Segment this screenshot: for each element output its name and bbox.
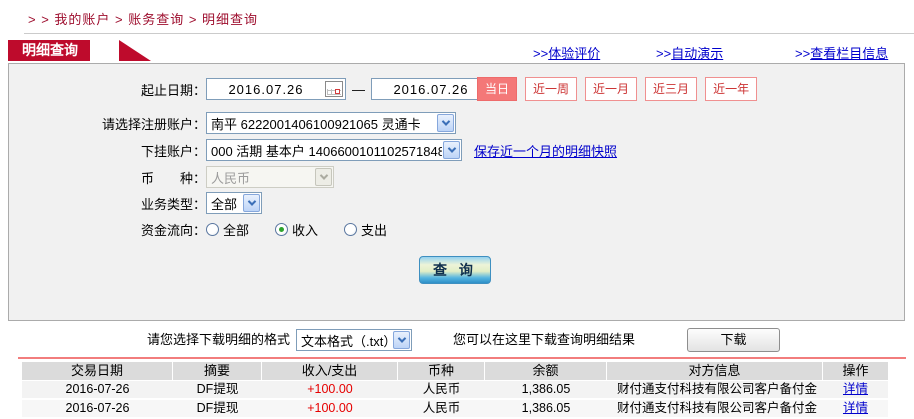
cell-amount: +100.00 — [307, 401, 353, 415]
breadcrumb-divider — [24, 33, 914, 34]
radio-income[interactable]: 收入 — [275, 220, 318, 239]
cell-balance: 1,386.05 — [521, 382, 571, 396]
cell-date: 2016-07-26 — [65, 401, 130, 415]
header-counterparty: 对方信息 — [607, 362, 823, 380]
header-amount: 收入/支出 — [262, 362, 398, 380]
detail-link[interactable]: 详情 — [843, 401, 868, 415]
radio-icon[interactable] — [206, 222, 219, 236]
table-header-row: 交易日期 摘要 收入/支出 币种 余额 对方信息 操作 — [22, 362, 888, 380]
column-info-link[interactable]: >>查看栏目信息 — [795, 43, 888, 62]
query-button[interactable]: 查 询 — [419, 256, 491, 284]
radio-checked-icon[interactable] — [275, 222, 289, 236]
download-hint-text: 您可以在这里下载查询明细结果 — [453, 332, 636, 347]
cell-counterparty: 财付通支付科技有限公司客户备付金 — [617, 382, 818, 396]
header-date: 交易日期 — [22, 362, 173, 380]
cell-counterparty: 财付通支付科技有限公司客户备付金 — [617, 401, 818, 415]
radio-expense[interactable]: 支出 — [344, 220, 387, 239]
business-type-value: 全部 — [211, 196, 238, 212]
range-button-last-3-months[interactable]: 近三月 — [645, 77, 698, 101]
radio-all[interactable]: 全部 — [206, 220, 249, 239]
calendar-icon[interactable] — [325, 81, 343, 97]
chevron-down-icon[interactable] — [443, 141, 460, 159]
currency-label: 币 种： — [140, 170, 206, 186]
registered-account-label: 请选择注册账户： — [101, 116, 206, 132]
sub-account-select[interactable]: 000 活期 基本户 1406600101102571848 — [206, 139, 462, 161]
date-from-value: 2016.07.26 — [228, 81, 304, 97]
sub-account-value: 000 活期 基本户 1406600101102571848 — [211, 143, 442, 159]
sub-account-label: 下挂账户： — [140, 143, 206, 159]
table-row: 2016-07-26 DF提现 +100.00 人民币 1,386.05 财付通… — [22, 381, 888, 398]
range-button-last-year[interactable]: 近一年 — [705, 77, 758, 101]
radio-expense-label: 支出 — [361, 222, 388, 238]
radio-all-label: 全部 — [223, 222, 250, 238]
download-format-label: 请您选择下载明细的格式 — [146, 332, 290, 347]
chevron-down-icon[interactable] — [243, 194, 260, 212]
cell-amount: +100.00 — [307, 382, 353, 396]
header-balance: 余额 — [485, 362, 607, 380]
currency-select: 人民币 — [206, 166, 334, 188]
auto-demo-link[interactable]: >>自动演示 — [656, 43, 723, 62]
chevron-down-icon[interactable] — [393, 331, 410, 349]
range-button-last-month[interactable]: 近一月 — [585, 77, 638, 101]
cell-currency: 人民币 — [422, 401, 461, 415]
radio-icon[interactable] — [344, 222, 358, 236]
tab-tail-decoration — [119, 40, 151, 61]
download-format-value: 文本格式（.txt） — [301, 333, 392, 349]
cell-currency: 人民币 — [422, 382, 461, 396]
business-type-select[interactable]: 全部 — [206, 192, 262, 214]
detail-link[interactable]: 详情 — [843, 382, 868, 396]
chevron-down-icon — [315, 168, 332, 186]
currency-value: 人民币 — [211, 170, 251, 186]
registered-account-value: 南平 6222001406100921065 灵通卡 — [211, 116, 421, 132]
download-format-select[interactable]: 文本格式（.txt） — [296, 329, 412, 351]
cell-date: 2016-07-26 — [65, 382, 130, 396]
header-action: 操作 — [842, 363, 869, 378]
link-prefix: >> — [533, 46, 549, 61]
fund-flow-label: 资金流向： — [140, 222, 206, 238]
fund-flow-radio-group: 全部 收入 支出 — [206, 220, 387, 239]
date-to-value: 2016.07.26 — [393, 81, 469, 97]
cell-summary: DF提现 — [196, 401, 239, 415]
link-prefix: >> — [795, 46, 811, 61]
save-snapshot-link[interactable]: 保存近一个月的明细快照 — [474, 141, 617, 160]
header-summary: 摘要 — [173, 362, 262, 380]
date-from-input[interactable]: 2016.07.26 — [206, 78, 346, 100]
radio-income-label: 收入 — [292, 222, 319, 238]
query-form-panel: 起止日期： 2016.07.26 — 2016.07.26 当日 近一周 近一月… — [8, 63, 905, 321]
date-range-label: 起止日期： — [140, 82, 206, 98]
link-prefix: >> — [656, 46, 672, 61]
chevron-down-icon[interactable] — [437, 114, 454, 132]
date-separator: — — [352, 81, 365, 97]
table-top-divider — [18, 357, 906, 359]
registered-account-select[interactable]: 南平 6222001406100921065 灵通卡 — [206, 112, 456, 134]
range-button-today[interactable]: 当日 — [477, 77, 518, 101]
experience-review-link[interactable]: >>体验评价 — [533, 43, 600, 62]
range-button-last-week[interactable]: 近一周 — [525, 77, 578, 101]
table-row-partial: 2016-07-26 DF提现 +100.00 人民币 1,386.05 财付通… — [22, 400, 888, 417]
results-table: 交易日期 摘要 收入/支出 币种 余额 对方信息 操作 2016-07-26 D… — [22, 362, 888, 419]
header-currency: 币种 — [398, 362, 485, 380]
cell-balance: 1,386.05 — [521, 401, 571, 415]
breadcrumb[interactable]: > > 我的账户 > 账务查询 > 明细查询 — [28, 9, 258, 28]
page-title-tab: 明细查询 — [8, 40, 90, 61]
business-type-label: 业务类型： — [140, 196, 206, 212]
download-button[interactable]: 下载 — [687, 328, 780, 352]
cell-summary: DF提现 — [196, 382, 239, 396]
